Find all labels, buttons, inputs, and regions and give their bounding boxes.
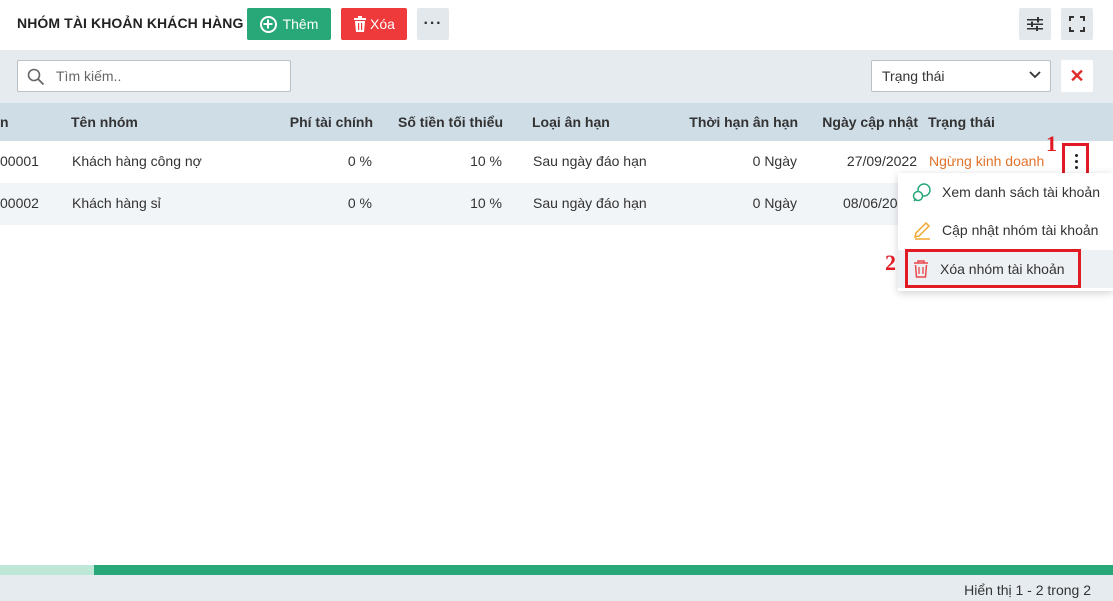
column-header-fee[interactable]: Phí tài chính <box>290 114 373 130</box>
cell-grace-term: 0 Ngày <box>752 153 797 169</box>
search-icon <box>27 68 45 86</box>
plus-circle-icon <box>259 15 277 33</box>
step-number-1: 1 <box>1046 131 1057 156</box>
menu-item-label: Xem danh sách tài khoản <box>942 184 1100 200</box>
more-dots-icon: ··· <box>423 15 443 32</box>
cell-updated: 27/09/2022 <box>846 153 917 169</box>
status-filter-select[interactable]: Trạng thái <box>871 60 1051 92</box>
status-badge: Ngừng kinh doanh <box>929 153 1045 169</box>
add-button[interactable]: Thêm <box>247 8 331 40</box>
header: NHÓM TÀI KHOẢN KHÁCH HÀNG Thêm Xóa ··· <box>0 0 1113 50</box>
cell-name: Khách hàng sỉ <box>72 195 161 211</box>
search-input[interactable] <box>56 61 286 91</box>
menu-item-label: Cập nhật nhóm tài khoản <box>942 222 1099 238</box>
cell-grace-type: Sau ngày đáo hạn <box>533 195 647 211</box>
chat-icon <box>912 183 931 202</box>
scrollbar-thumb[interactable] <box>0 565 94 575</box>
cell-updated: 08/06/20 <box>843 195 898 211</box>
cell-minimum: 10 % <box>470 153 502 169</box>
footer: Hiển thị 1 - 2 trong 2 <box>0 575 1113 601</box>
filter-toolbar: Trạng thái ✕ <box>0 50 1113 103</box>
highlight-box-step-1 <box>1062 143 1089 176</box>
cell-fee: 0 % <box>347 153 372 169</box>
trash-icon <box>354 16 367 32</box>
fullscreen-button[interactable] <box>1061 8 1093 40</box>
search-box[interactable] <box>17 60 291 92</box>
sliders-icon <box>1027 17 1043 31</box>
column-header-name[interactable]: Tên nhóm <box>71 114 138 130</box>
fullscreen-icon <box>1069 16 1085 32</box>
more-button[interactable]: ··· <box>417 8 449 40</box>
cell-fee: 0 % <box>347 195 372 211</box>
close-icon: ✕ <box>1069 65 1085 86</box>
menu-item-view-accounts[interactable]: Xem danh sách tài khoản <box>898 173 1113 211</box>
add-button-label: Thêm <box>282 16 319 32</box>
column-header-status[interactable]: Trạng thái <box>928 114 995 130</box>
clear-filter-button[interactable]: ✕ <box>1061 60 1093 92</box>
edit-icon <box>913 221 931 240</box>
table-header: n Tên nhóm Phí tài chính Số tiền tối thi… <box>0 103 1113 141</box>
cell-code: 00001 <box>0 153 39 169</box>
delete-button-label: Xóa <box>370 16 395 32</box>
cell-name: Khách hàng công nợ <box>72 153 202 169</box>
horizontal-scrollbar[interactable] <box>0 565 1113 575</box>
column-header-grace-term[interactable]: Thời hạn ân hạn <box>689 114 798 130</box>
cell-grace-type: Sau ngày đáo hạn <box>533 153 647 169</box>
column-settings-button[interactable] <box>1019 8 1051 40</box>
page-title: NHÓM TÀI KHOẢN KHÁCH HÀNG <box>17 15 244 31</box>
step-number-2: 2 <box>885 250 896 275</box>
cell-minimum: 10 % <box>470 195 502 211</box>
column-header-grace-type[interactable]: Loại ân hạn <box>532 114 610 130</box>
column-header-code[interactable]: n <box>0 114 9 130</box>
chevron-down-icon <box>1029 71 1041 79</box>
menu-item-update-group[interactable]: Cập nhật nhóm tài khoản <box>898 211 1113 249</box>
column-header-updated[interactable]: Ngày cập nhật <box>822 114 918 130</box>
delete-button[interactable]: Xóa <box>341 8 407 40</box>
column-header-minimum[interactable]: Số tiền tối thiểu <box>398 114 503 130</box>
cell-grace-term: 0 Ngày <box>752 195 797 211</box>
highlight-box-step-2 <box>905 249 1081 288</box>
paging-info: Hiển thị 1 - 2 trong 2 <box>964 582 1091 598</box>
cell-code: 00002 <box>0 195 39 211</box>
status-filter-value: Trạng thái <box>882 68 945 84</box>
